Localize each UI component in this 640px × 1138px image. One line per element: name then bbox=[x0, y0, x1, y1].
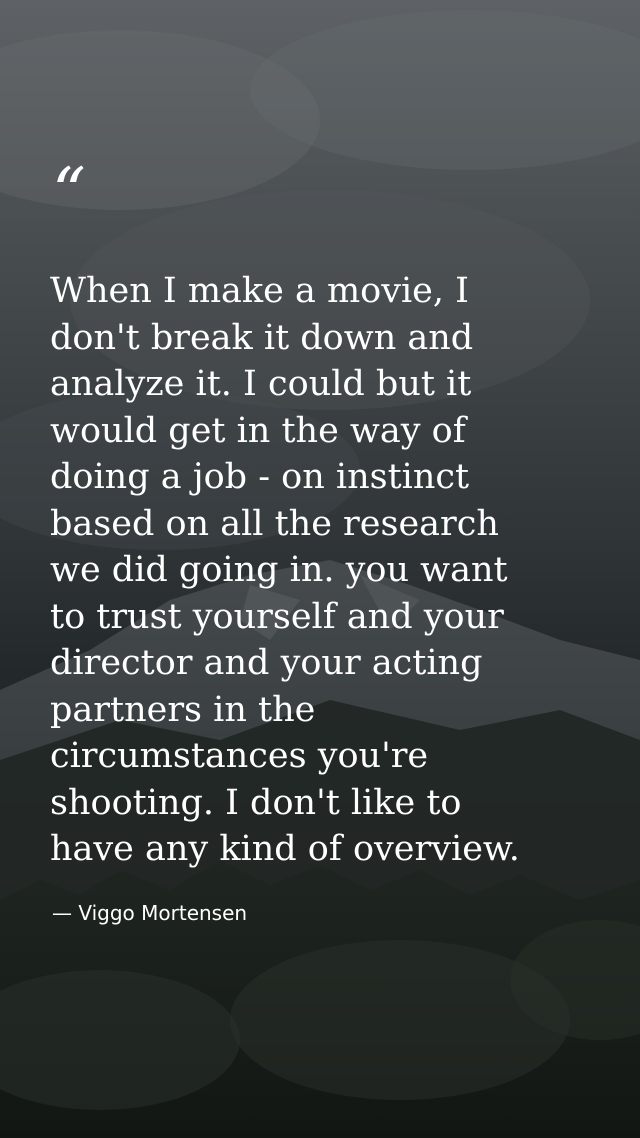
quote-line: partners in the bbox=[50, 689, 316, 730]
quote-line: we did going in. you want bbox=[50, 550, 508, 590]
quote-line: director and your acting bbox=[50, 643, 483, 683]
quote-line: to trust yourself and your bbox=[50, 596, 504, 637]
quote-line: don't break it down and bbox=[50, 317, 474, 358]
quote-line: based on all the research bbox=[50, 503, 499, 544]
quote-line: have any kind of overview. bbox=[50, 829, 520, 869]
quote-line: doing a job - on instinct bbox=[50, 457, 470, 497]
quote-line: circumstances you're bbox=[50, 736, 429, 776]
quote-line: would get in the way of bbox=[50, 410, 466, 451]
quote-card: “ When I make a movie, I don't break it … bbox=[0, 0, 640, 1138]
quote-attribution: — Viggo Mortensen bbox=[52, 901, 248, 925]
quote-line: When I make a movie, I bbox=[50, 271, 469, 311]
quote-line: analyze it. I could but it bbox=[50, 364, 472, 404]
quote-line: shooting. I don't like to bbox=[50, 782, 462, 823]
quote-mark-icon: “ bbox=[52, 154, 86, 231]
quote-text: When I make a movie, I don't break it do… bbox=[50, 268, 610, 873]
